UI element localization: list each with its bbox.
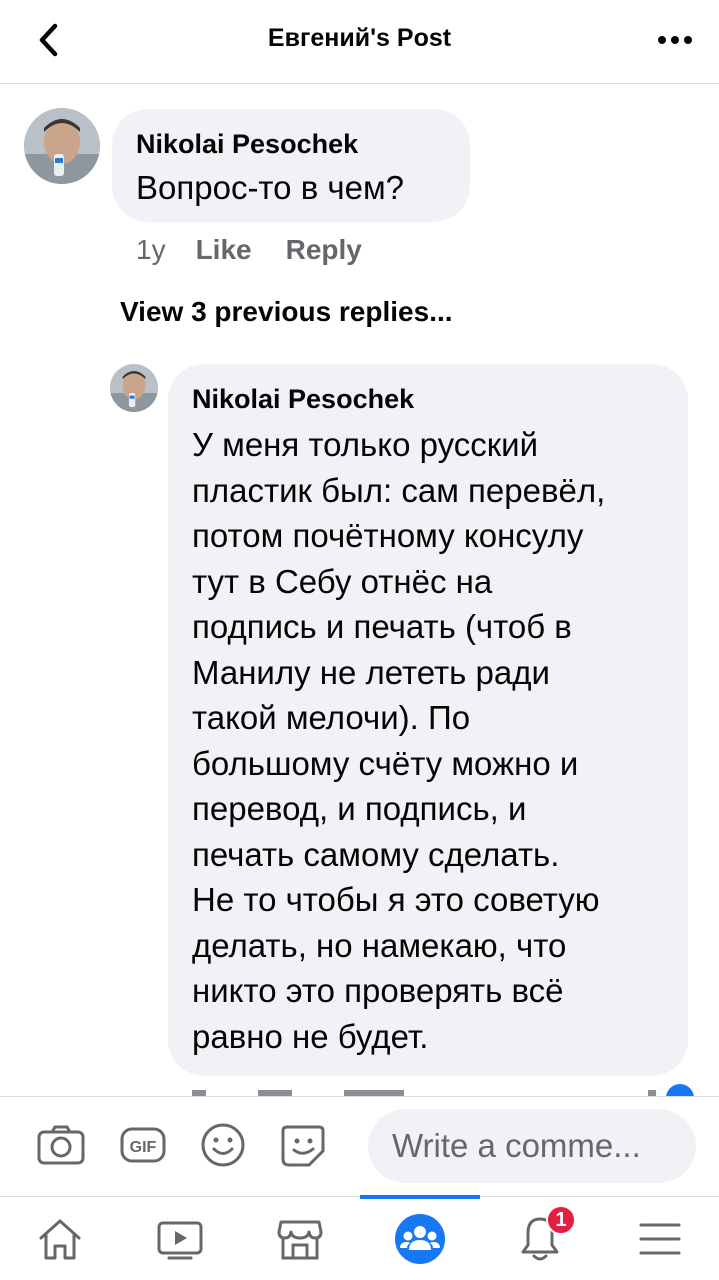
comment-text: Вопрос-то в чем? [136, 169, 404, 206]
svg-text:GIF: GIF [130, 1139, 157, 1156]
tab-menu[interactable] [600, 1197, 719, 1280]
commenter-avatar[interactable] [24, 108, 100, 184]
reply-text-line: подпись и печать (чтоб в [192, 608, 572, 645]
reaction-icon [192, 1084, 694, 1096]
more-options-button[interactable] [653, 22, 697, 58]
hamburger-menu-icon [639, 1223, 681, 1255]
reply-button[interactable]: Reply [286, 234, 362, 266]
like-button[interactable]: Like [196, 234, 252, 266]
marketplace-icon [277, 1220, 323, 1260]
reply-text-line: потом почётному консулу [192, 517, 584, 554]
more-dots-icon [658, 36, 692, 44]
reply-text-line: равно не будет. [192, 1017, 429, 1055]
reply-author-avatar[interactable] [110, 364, 158, 412]
avatar-photo-icon [110, 364, 158, 412]
notification-badge: 1 [546, 1205, 576, 1235]
comment-bubble[interactable]: Nikolai Pesochek Вопрос-то в чем? [112, 109, 470, 222]
tab-watch[interactable] [120, 1197, 240, 1280]
tab-marketplace[interactable] [240, 1197, 360, 1280]
reply-text-line: Манилу не лететь ради [192, 653, 550, 691]
home-icon [39, 1219, 81, 1260]
reply-text-line: такой мелочи). По [192, 699, 471, 736]
emoji-button[interactable] [198, 1123, 248, 1167]
comment-composer: GIF Write a comme... [0, 1096, 719, 1196]
tab-groups[interactable] [360, 1195, 480, 1280]
reply-text-line: Не то чтобы я это советую [192, 881, 600, 918]
top-bar: Евгений's Post [0, 0, 719, 84]
comment-meta: 1y Like Reply [136, 234, 396, 266]
reply-text-line: тут в Себу отнёс на [192, 562, 493, 600]
write-comment-input[interactable]: Write a comme... [368, 1109, 696, 1183]
reply-text-line: никто это проверять всё [192, 972, 564, 1009]
avatar-photo-icon [24, 108, 100, 184]
sticker-button[interactable] [278, 1123, 328, 1167]
reply-meta-cutoff [0, 1082, 719, 1096]
video-icon [157, 1221, 203, 1260]
reply-text-line: печать самому сделать. [192, 835, 560, 873]
bottom-tab-bar: 1 [0, 1195, 719, 1280]
groups-icon [395, 1214, 445, 1264]
reply-text-line: У меня только русский [192, 426, 539, 463]
camera-button[interactable] [36, 1123, 86, 1167]
gif-icon: GIF [120, 1127, 166, 1163]
camera-icon [37, 1125, 85, 1165]
page-title: Евгений's Post [267, 24, 452, 52]
emoji-icon [201, 1123, 245, 1167]
gif-button[interactable]: GIF [118, 1123, 168, 1167]
comment-timestamp: 1y [136, 234, 166, 265]
tab-notifications[interactable]: 1 [480, 1197, 600, 1280]
reply-text-line: перевод, и подпись, и [192, 790, 527, 827]
comment-author[interactable]: Nikolai Pesochek [136, 129, 358, 160]
view-previous-replies-link[interactable]: View 3 previous replies... [120, 296, 453, 328]
reply-text: У меня только русский пластик был: сам п… [192, 422, 672, 1059]
reply-text-line: большому счёту можно и [192, 744, 579, 782]
reply-text-line: делать, но намекаю, что [192, 926, 567, 964]
reply-author[interactable]: Nikolai Pesochek [192, 384, 414, 415]
reply-text-line: пластик был: сам перевёл, [192, 471, 606, 509]
sticker-icon [281, 1125, 325, 1167]
tab-home[interactable] [0, 1197, 120, 1280]
reply-bubble[interactable]: Nikolai Pesochek У меня только русский п… [168, 364, 688, 1076]
